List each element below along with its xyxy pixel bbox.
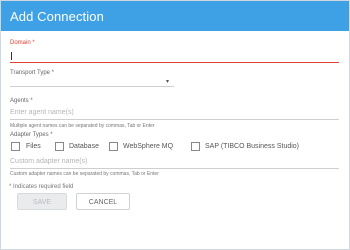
checkbox-sap-label: SAP (TIBCO Business Studio) [205, 143, 300, 150]
agents-input-placeholder[interactable]: Enter agent name(s) [10, 109, 74, 116]
custom-adapter-input[interactable] [10, 168, 339, 169]
dialog-header: Add Connection [1, 1, 349, 31]
custom-adapter-hint: Custom adapter names can be separated by… [10, 171, 159, 177]
domain-input[interactable] [10, 62, 339, 63]
checkbox-websphere-mq[interactable] [109, 142, 118, 151]
add-connection-dialog: Add Connection Domain * Transport Type *… [0, 0, 350, 250]
save-button[interactable]: SAVE [17, 193, 67, 210]
checkbox-websphere-mq-label: WebSphere MQ [123, 143, 174, 150]
adapter-types-label: Adapter Types * [10, 132, 53, 138]
domain-text-caret [11, 52, 12, 60]
transport-type-select[interactable] [10, 86, 174, 87]
agents-hint: Multiple agent names can be separated by… [10, 123, 155, 129]
domain-label: Domain * [10, 40, 35, 46]
checkbox-sap[interactable] [191, 142, 200, 151]
transport-type-label: Transport Type * [10, 70, 55, 76]
agents-input[interactable] [10, 119, 339, 120]
checkbox-database-label: Database [69, 143, 99, 150]
required-field-note: * Indicates required field [9, 184, 74, 190]
checkbox-files[interactable] [11, 142, 20, 151]
checkbox-files-label: Files [26, 143, 41, 150]
chevron-down-icon[interactable]: ▾ [166, 78, 169, 85]
checkbox-database[interactable] [55, 142, 64, 151]
custom-adapter-input-placeholder[interactable]: Custom adapter name(s) [10, 158, 87, 165]
cancel-button[interactable]: CANCEL [76, 193, 130, 210]
agents-label: Agents * [10, 98, 33, 104]
dialog-title: Add Connection [10, 9, 104, 24]
